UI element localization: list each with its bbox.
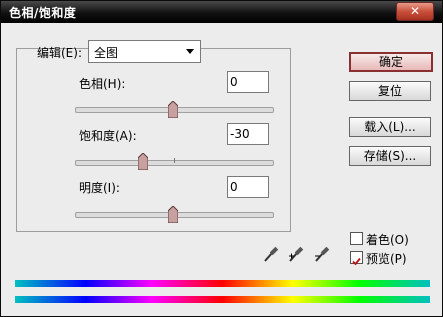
eyedropper-icon[interactable] <box>263 245 279 263</box>
preview-checkbox[interactable] <box>350 251 363 266</box>
saturation-slider-thumb[interactable] <box>138 153 148 170</box>
hue-saturation-dialog: 色相/饱和度 ✕ 编辑(E): 全图 色相(H): 0 饱和度(A): -30 … <box>0 0 443 317</box>
hue-input[interactable]: 0 <box>227 71 269 93</box>
dialog-title: 色相/饱和度 <box>9 6 77 20</box>
reset-button[interactable]: 复位 <box>349 81 431 101</box>
title-bar[interactable]: 色相/饱和度 ✕ <box>1 1 442 23</box>
close-icon: ✕ <box>409 4 421 18</box>
checkmark-icon <box>352 257 361 266</box>
input-color-bar <box>15 280 430 287</box>
lightness-slider-thumb[interactable] <box>168 206 178 223</box>
saturation-center-tick <box>174 158 175 163</box>
output-color-bar <box>15 296 430 303</box>
save-button[interactable]: 存储(S)... <box>349 146 431 166</box>
edit-select[interactable]: 全图 <box>88 40 201 63</box>
saturation-label: 饱和度(A): <box>79 129 137 143</box>
lightness-label: 明度(I): <box>79 181 120 195</box>
lightness-input[interactable]: 0 <box>227 176 269 198</box>
saturation-input[interactable]: -30 <box>227 123 269 145</box>
load-button[interactable]: 载入(L)... <box>349 117 431 137</box>
colorize-label: 着色(O) <box>366 233 409 247</box>
close-button[interactable]: ✕ <box>396 2 434 21</box>
edit-select-value: 全图 <box>94 46 119 60</box>
edit-label: 编辑(E): <box>37 46 82 60</box>
eyedropper-plus-icon[interactable] <box>288 245 304 263</box>
preview-label: 预览(P) <box>366 252 407 266</box>
hue-label: 色相(H): <box>79 77 126 91</box>
hue-slider-thumb[interactable] <box>168 101 178 118</box>
eyedropper-minus-icon[interactable] <box>314 245 330 263</box>
chevron-down-icon <box>186 49 194 54</box>
colorize-checkbox[interactable] <box>350 232 363 245</box>
ok-button[interactable]: 确定 <box>349 52 433 72</box>
